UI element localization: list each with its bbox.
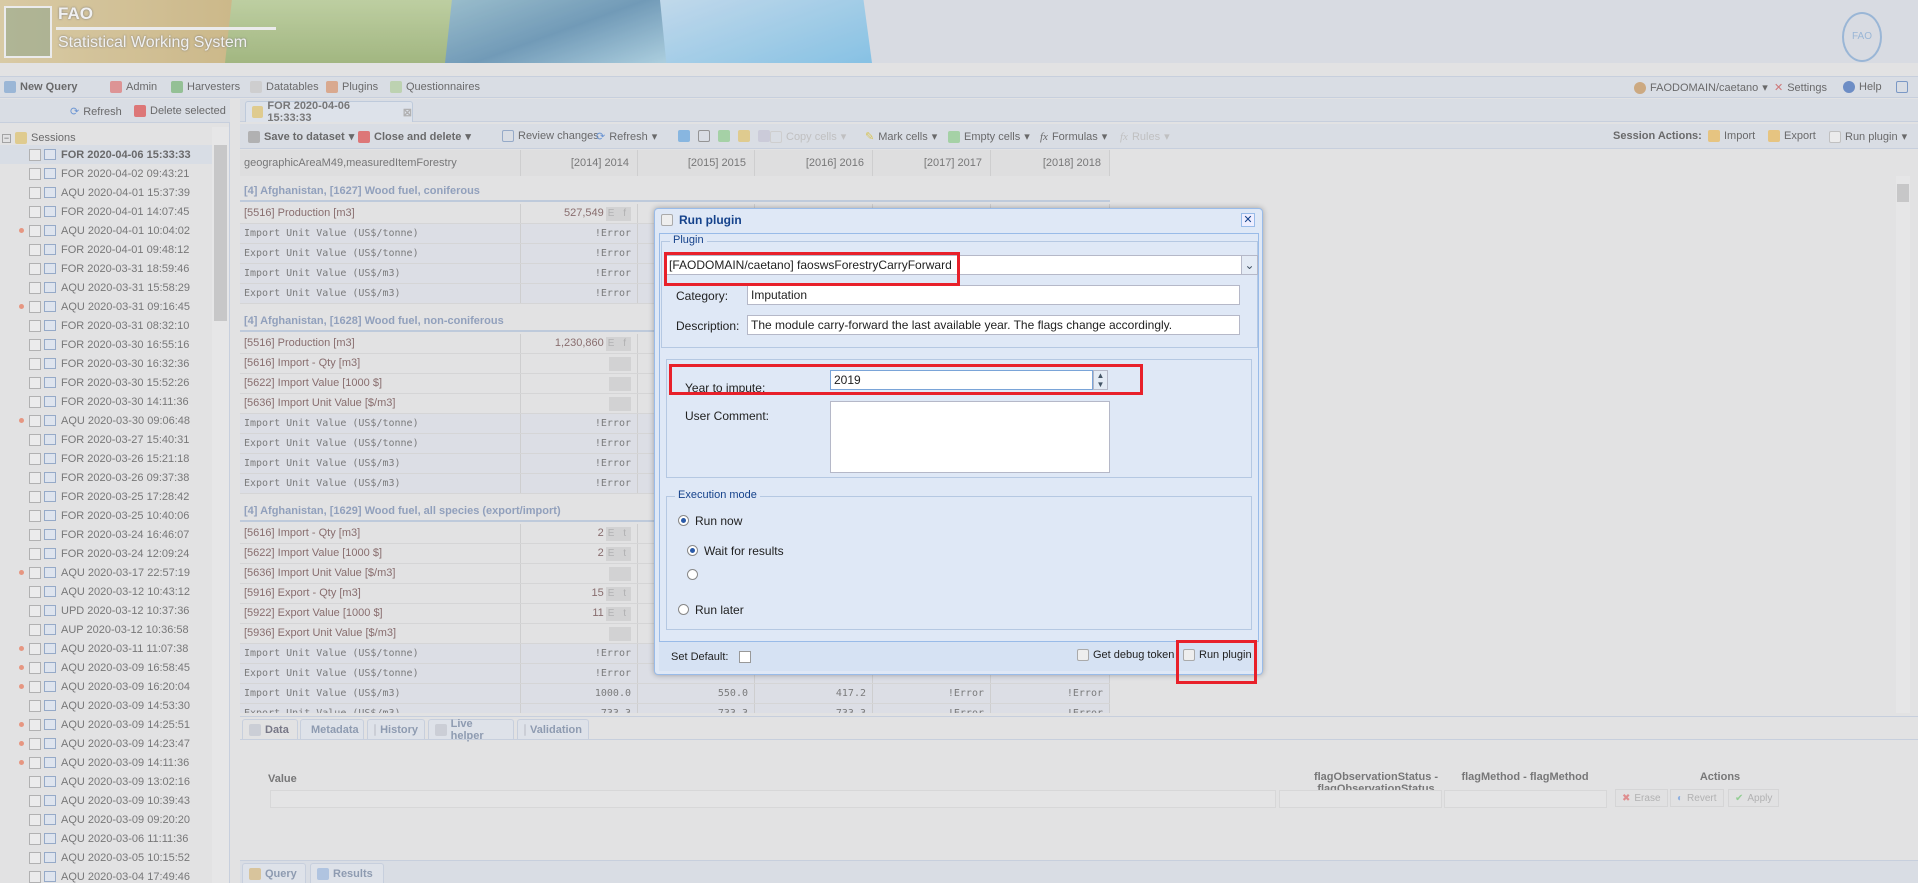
highlight-run-plugin-button — [1176, 640, 1257, 684]
debug-token-label: Get debug token — [1093, 649, 1175, 661]
run-plugin-dialog: Run plugin ✕ Plugin [FAODOMAIN/caetano] … — [654, 208, 1263, 684]
run-later-radio[interactable] — [678, 604, 689, 615]
highlight-plugin-select — [664, 252, 960, 286]
wait-for-results-radio[interactable] — [687, 545, 698, 556]
plugin-legend: Plugin — [670, 234, 707, 246]
dialog-footer: Set Default: Get debug token Run plugin — [659, 641, 1259, 671]
plugin-icon — [661, 214, 673, 226]
dialog-title-bar[interactable]: Run plugin — [655, 209, 1262, 231]
highlight-year-input — [669, 364, 1143, 395]
run-now-radio[interactable] — [678, 515, 689, 526]
plugin-icon — [1077, 649, 1089, 661]
user-comment-textarea[interactable] — [830, 401, 1110, 473]
set-default-checkbox[interactable] — [739, 651, 751, 663]
dialog-title: Run plugin — [679, 213, 742, 227]
wait-for-results-label: Wait for results — [704, 544, 784, 558]
execution-mode-legend: Execution mode — [675, 489, 760, 501]
close-dialog-button[interactable]: ✕ — [1241, 213, 1255, 227]
get-debug-token-button[interactable]: Get debug token — [1077, 649, 1174, 661]
set-default-label: Set Default: — [671, 651, 729, 663]
category-label: Category: — [676, 289, 729, 303]
user-comment-label: User Comment: — [685, 409, 770, 423]
category-field: Imputation — [747, 285, 1240, 305]
send-email-radio[interactable] — [687, 569, 698, 580]
chevron-down-icon[interactable]: ⌄ — [1241, 255, 1258, 275]
execution-mode-fieldset: Execution mode — [666, 489, 1252, 630]
run-now-label: Run now — [695, 514, 743, 528]
run-later-label: Run later — [695, 603, 744, 617]
description-field: The module carry-forward the last availa… — [747, 315, 1240, 335]
description-label: Description: — [676, 319, 740, 333]
